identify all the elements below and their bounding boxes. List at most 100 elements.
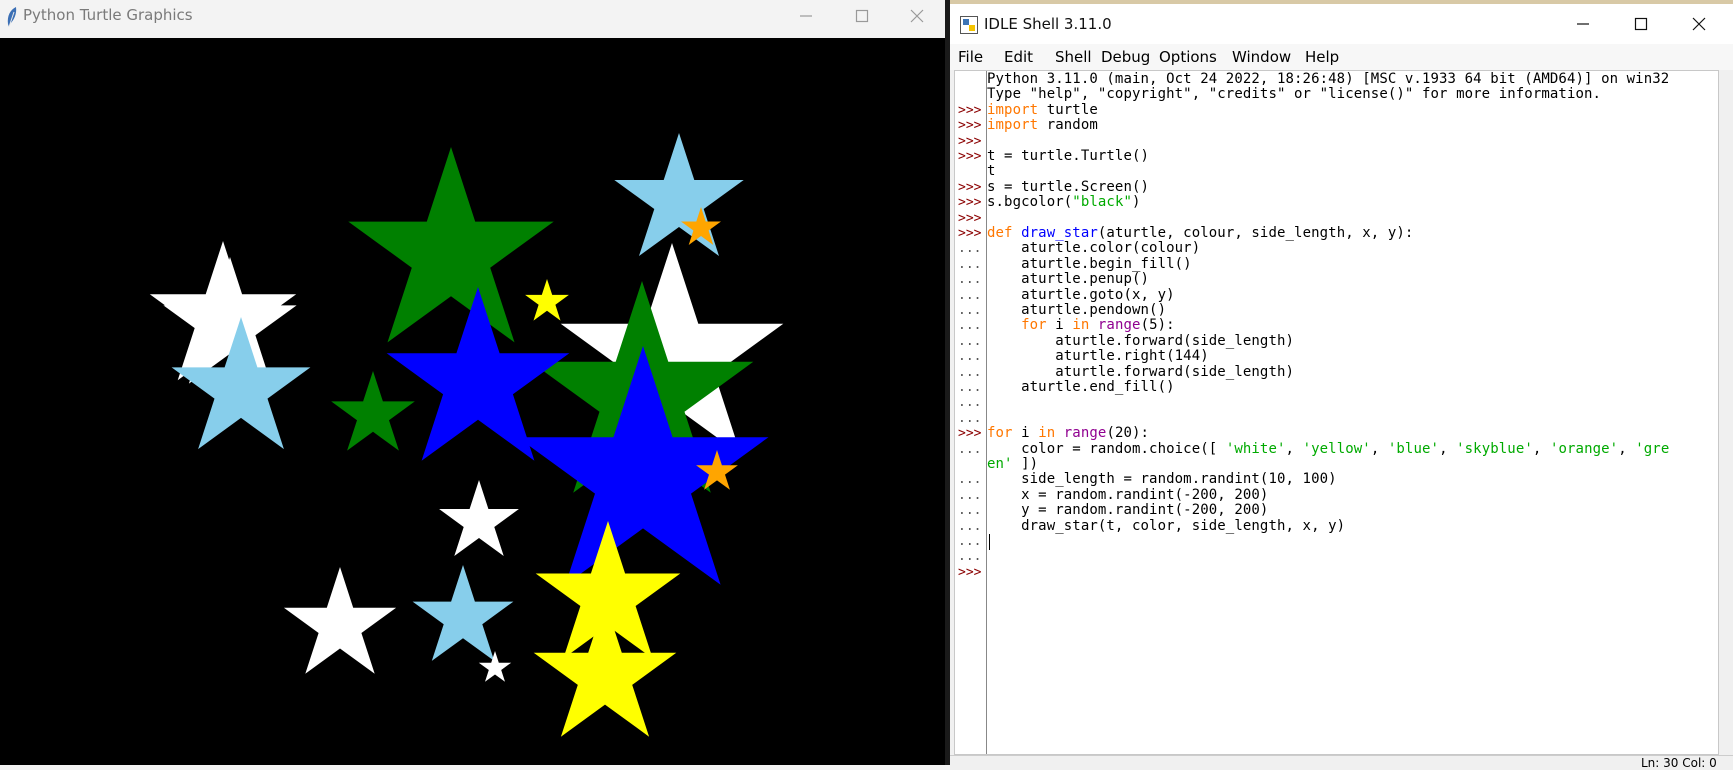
menu-file[interactable]: File [958,48,983,66]
code-token: i [1046,317,1073,334]
code-token: ) [1132,194,1141,211]
code-token: , [1532,440,1550,457]
yellow-star [533,601,677,737]
text-cursor [989,534,990,550]
code-token: 'orange' [1549,440,1619,457]
code-token: range [1097,317,1141,334]
yellow-star [525,279,569,321]
idle-minimize-button[interactable] [1554,8,1612,40]
code-token: draw_star(t, color, side_length, x, y) [987,517,1346,534]
code-token: t [987,163,996,180]
maximize-icon [1634,17,1648,31]
skyblue-star [412,565,514,661]
menu-options[interactable]: Options [1159,48,1217,66]
code-token: , [1439,440,1457,457]
code-token: (aturtle, colour, side_length, x, y): [1097,225,1414,241]
turtle-graphics-window: Python Turtle Graphics [0,0,945,765]
code-token: aturtle.begin_fill() [987,255,1192,272]
code-token: in [1038,425,1056,442]
white-star [478,651,512,682]
shell-prompt: >>> [958,564,982,580]
close-icon [910,9,924,23]
code-line: draw_star(t, color, side_length, x, y) [987,518,1345,535]
shell-text-area[interactable]: >>> >>> >>> >>> >>> >>> >>> >>>................… [954,70,1719,755]
code-token: s.bgcolor( [987,194,1073,211]
idle-shell-window: IDLE Shell 3.11.0 File Edit Shell Debug … [950,0,1733,770]
shell-code[interactable]: Python 3.11.0 (main, Oct 24 2022, 18:26:… [987,71,1718,754]
code-token: , [1285,440,1303,457]
maximize-button[interactable] [834,0,890,32]
prompt-gutter: >>> >>> >>> >>> >>> >>> >>> >>>................… [955,71,987,754]
code-token: 'blue' [1387,440,1440,457]
code-line: t = turtle.Turtle() [987,148,1149,165]
continuation-prompt: ... [958,441,982,457]
code-token: aturtle.forward(side_length) [987,363,1295,380]
code-token: color = random.choice([ [987,440,1226,457]
idle-window-title: IDLE Shell 3.11.0 [984,15,1112,33]
turtle-canvas[interactable] [0,38,945,765]
code-token: aturtle.penup() [987,271,1150,288]
code-token: for [987,425,1013,442]
code-token: 'white' [1225,440,1286,457]
turtle-title-bar[interactable]: Python Turtle Graphics [0,0,945,39]
menu-help[interactable]: Help [1305,48,1339,66]
vertical-scrollbar[interactable] [1719,70,1733,755]
star-drawing [149,133,784,737]
code-token: range [1063,425,1107,442]
code-token: , [1618,440,1636,457]
menu-window[interactable]: Window [1232,48,1291,66]
code-token: (5): [1140,317,1175,334]
shell-prompt: >>> [958,149,982,164]
close-button[interactable] [889,0,945,32]
skyblue-star [614,133,744,256]
code-line: aturtle.end_fill() [987,379,1175,396]
turtle-window-title: Python Turtle Graphics [23,6,193,24]
code-token: aturtle.right(144) [987,348,1209,365]
code-token: import [987,101,1039,118]
menu-debug[interactable]: Debug [1101,48,1150,66]
status-bar: Ln: 30 Col: 0 [950,755,1733,770]
code-token: ]) [1012,456,1039,472]
minimize-icon [1577,23,1589,25]
code-token: turtle [1038,101,1098,118]
idle-title-bar[interactable]: IDLE Shell 3.11.0 [950,4,1733,44]
minimize-button[interactable] [778,0,834,32]
code-token: aturtle.pendown() [987,302,1167,318]
code-token: (20): [1106,425,1150,442]
close-icon [1692,17,1706,31]
menu-edit[interactable]: Edit [1004,48,1033,66]
green-star [331,371,415,451]
maximize-icon [855,9,869,23]
code-token: 'yellow' [1302,440,1371,457]
code-token: , [1370,440,1388,457]
code-token: aturtle.goto(x, y) [987,286,1175,303]
idle-maximize-button[interactable] [1612,8,1670,40]
idle-close-button[interactable] [1670,8,1728,40]
code-line: import random [987,117,1098,134]
code-token: y = random.randint(-200, 200) [987,502,1269,519]
code-token: Type "help", "copyright", "credits" or "… [987,86,1602,103]
code-line: s.bgcolor("black") [987,194,1141,211]
code-token: 'gre [1635,440,1670,457]
menu-bar: File Edit Shell Debug Options Window Hel… [950,44,1733,70]
code-token: s = turtle.Screen() [987,178,1150,195]
code-token: for [1021,317,1047,334]
code-token: Python 3.11.0 (main, Oct 24 2022, 18:26:… [987,71,1670,87]
white-star [439,480,519,556]
code-token: 'skyblue' [1456,440,1533,457]
code-token: draw_star [1021,225,1098,241]
code-token: in [1072,317,1090,334]
menu-shell[interactable]: Shell [1055,48,1092,66]
code-token: aturtle.forward(side_length) [987,332,1295,349]
code-token: "black" [1072,194,1132,211]
green-star [348,147,554,343]
code-token: random [1038,117,1098,134]
minimize-icon [800,15,812,17]
code-token: i [1012,425,1039,442]
feather-icon [7,7,17,28]
code-token: aturtle.color(colour) [987,240,1201,257]
